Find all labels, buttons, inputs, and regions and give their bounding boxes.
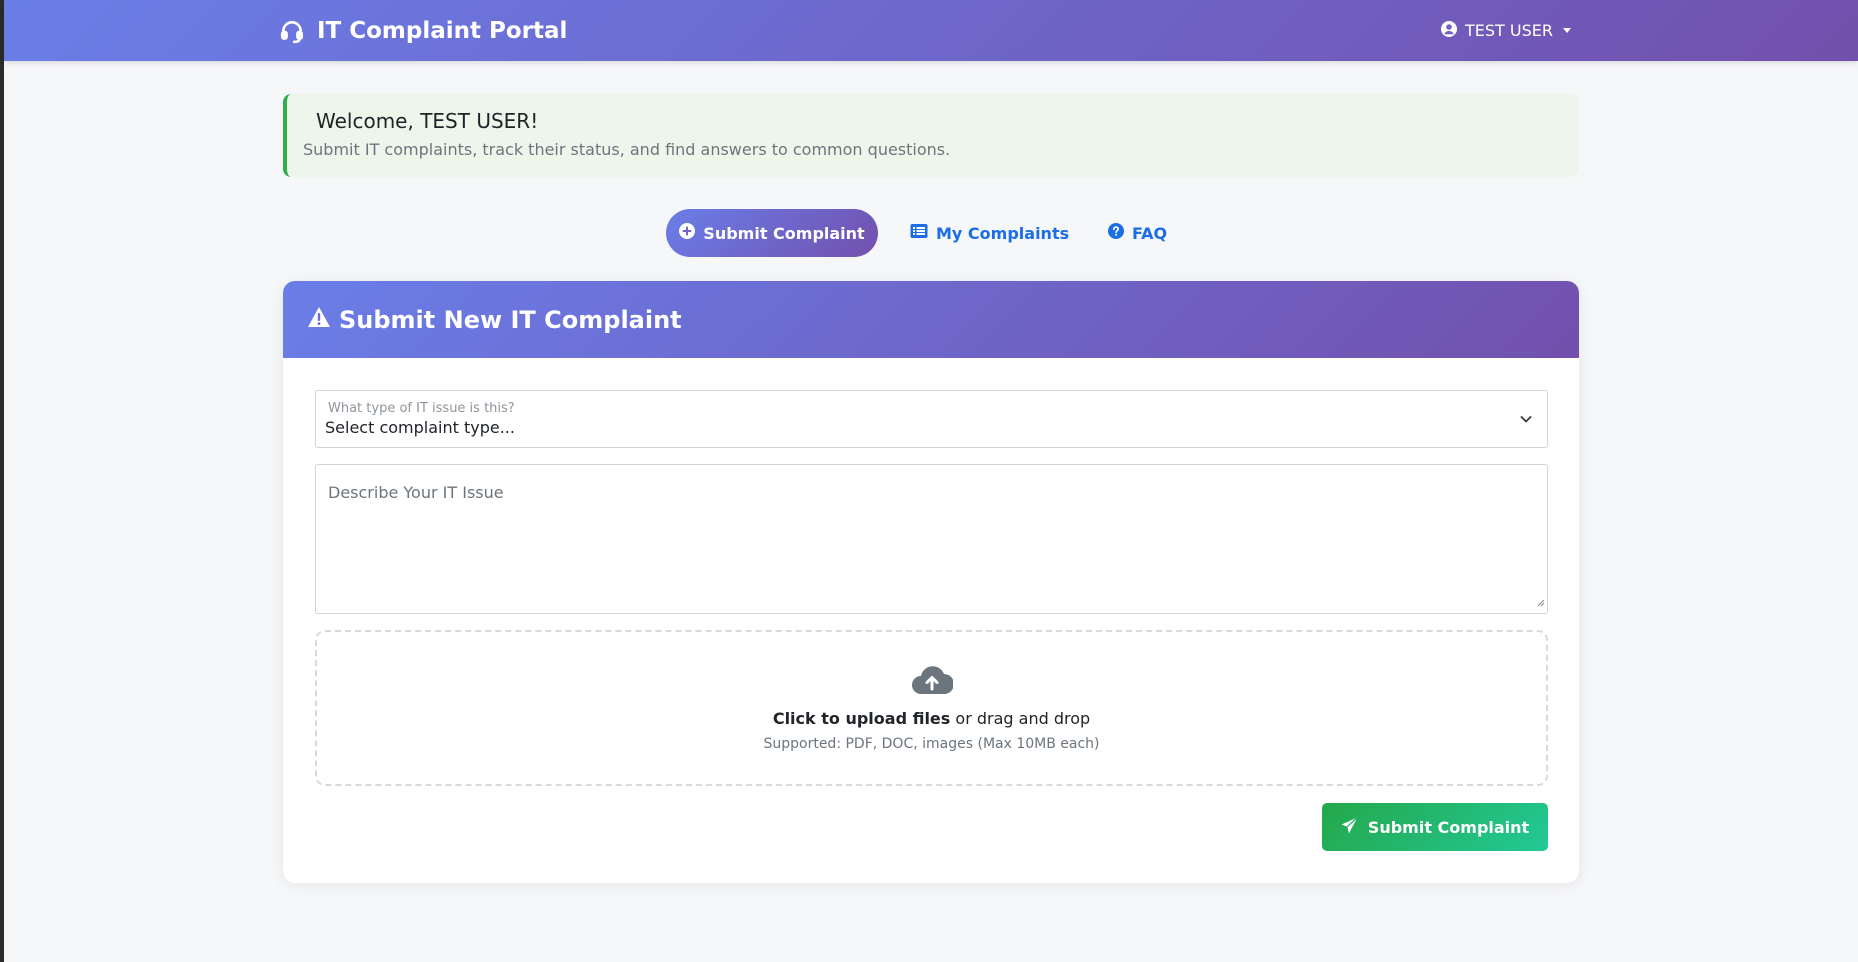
chevron-down-icon: [1563, 28, 1571, 33]
complaint-type-label: What type of IT issue is this?: [328, 401, 515, 416]
list-icon: [910, 223, 928, 243]
file-upload-dropzone[interactable]: Click to upload files or drag and drop S…: [315, 630, 1548, 786]
user-name: TEST USER: [1465, 21, 1553, 40]
description-placeholder: Describe Your IT Issue: [328, 483, 504, 502]
upload-instruction: Click to upload files or drag and drop: [773, 709, 1090, 728]
card-header: Submit New IT Complaint: [283, 281, 1579, 358]
welcome-title: Welcome, TEST USER!: [316, 109, 539, 133]
user-menu-dropdown[interactable]: TEST USER: [1441, 0, 1571, 61]
brand-title: IT Complaint Portal: [317, 17, 568, 44]
cloud-upload-icon: [911, 665, 954, 699]
user-circle-icon: [1441, 20, 1457, 41]
upload-supported-formats: Supported: PDF, DOC, images (Max 10MB ea…: [763, 735, 1100, 752]
submit-label: Submit Complaint: [1367, 817, 1530, 837]
complaint-type-select[interactable]: What type of IT issue is this? Select co…: [315, 390, 1548, 448]
upload-rest: or drag and drop: [950, 708, 1091, 728]
window-edge: [0, 0, 4, 962]
description-textarea[interactable]: Describe Your IT Issue: [315, 464, 1548, 614]
nav-tabs: Submit Complaint My Complaints FAQ: [0, 209, 1858, 257]
resize-handle-icon[interactable]: [1535, 592, 1545, 611]
brand[interactable]: IT Complaint Portal: [279, 0, 567, 61]
upload-link[interactable]: Click to upload files: [773, 709, 950, 728]
card-title: Submit New IT Complaint: [339, 305, 682, 334]
complaint-form-card: Submit New IT Complaint What type of IT …: [283, 281, 1579, 883]
tab-submit-complaint[interactable]: Submit Complaint: [666, 209, 878, 257]
tab-label: My Complaints: [936, 223, 1070, 243]
tab-faq[interactable]: FAQ: [1108, 209, 1167, 257]
tab-my-complaints[interactable]: My Complaints: [910, 209, 1069, 257]
paper-plane-icon: [1341, 816, 1358, 838]
tab-label: FAQ: [1132, 223, 1168, 243]
tab-label: Submit Complaint: [703, 223, 865, 243]
question-circle-icon: [1108, 223, 1124, 243]
welcome-banner: Welcome, TEST USER! Submit IT complaints…: [283, 94, 1579, 177]
chevron-down-icon: [1519, 411, 1533, 430]
warning-triangle-icon: [307, 306, 331, 334]
submit-complaint-button[interactable]: Submit Complaint: [1322, 803, 1548, 851]
headset-icon: [279, 18, 305, 44]
welcome-subtitle: Submit IT complaints, track their status…: [303, 140, 951, 159]
complaint-type-value: Select complaint type...: [325, 418, 515, 437]
plus-circle-icon: [679, 223, 696, 243]
